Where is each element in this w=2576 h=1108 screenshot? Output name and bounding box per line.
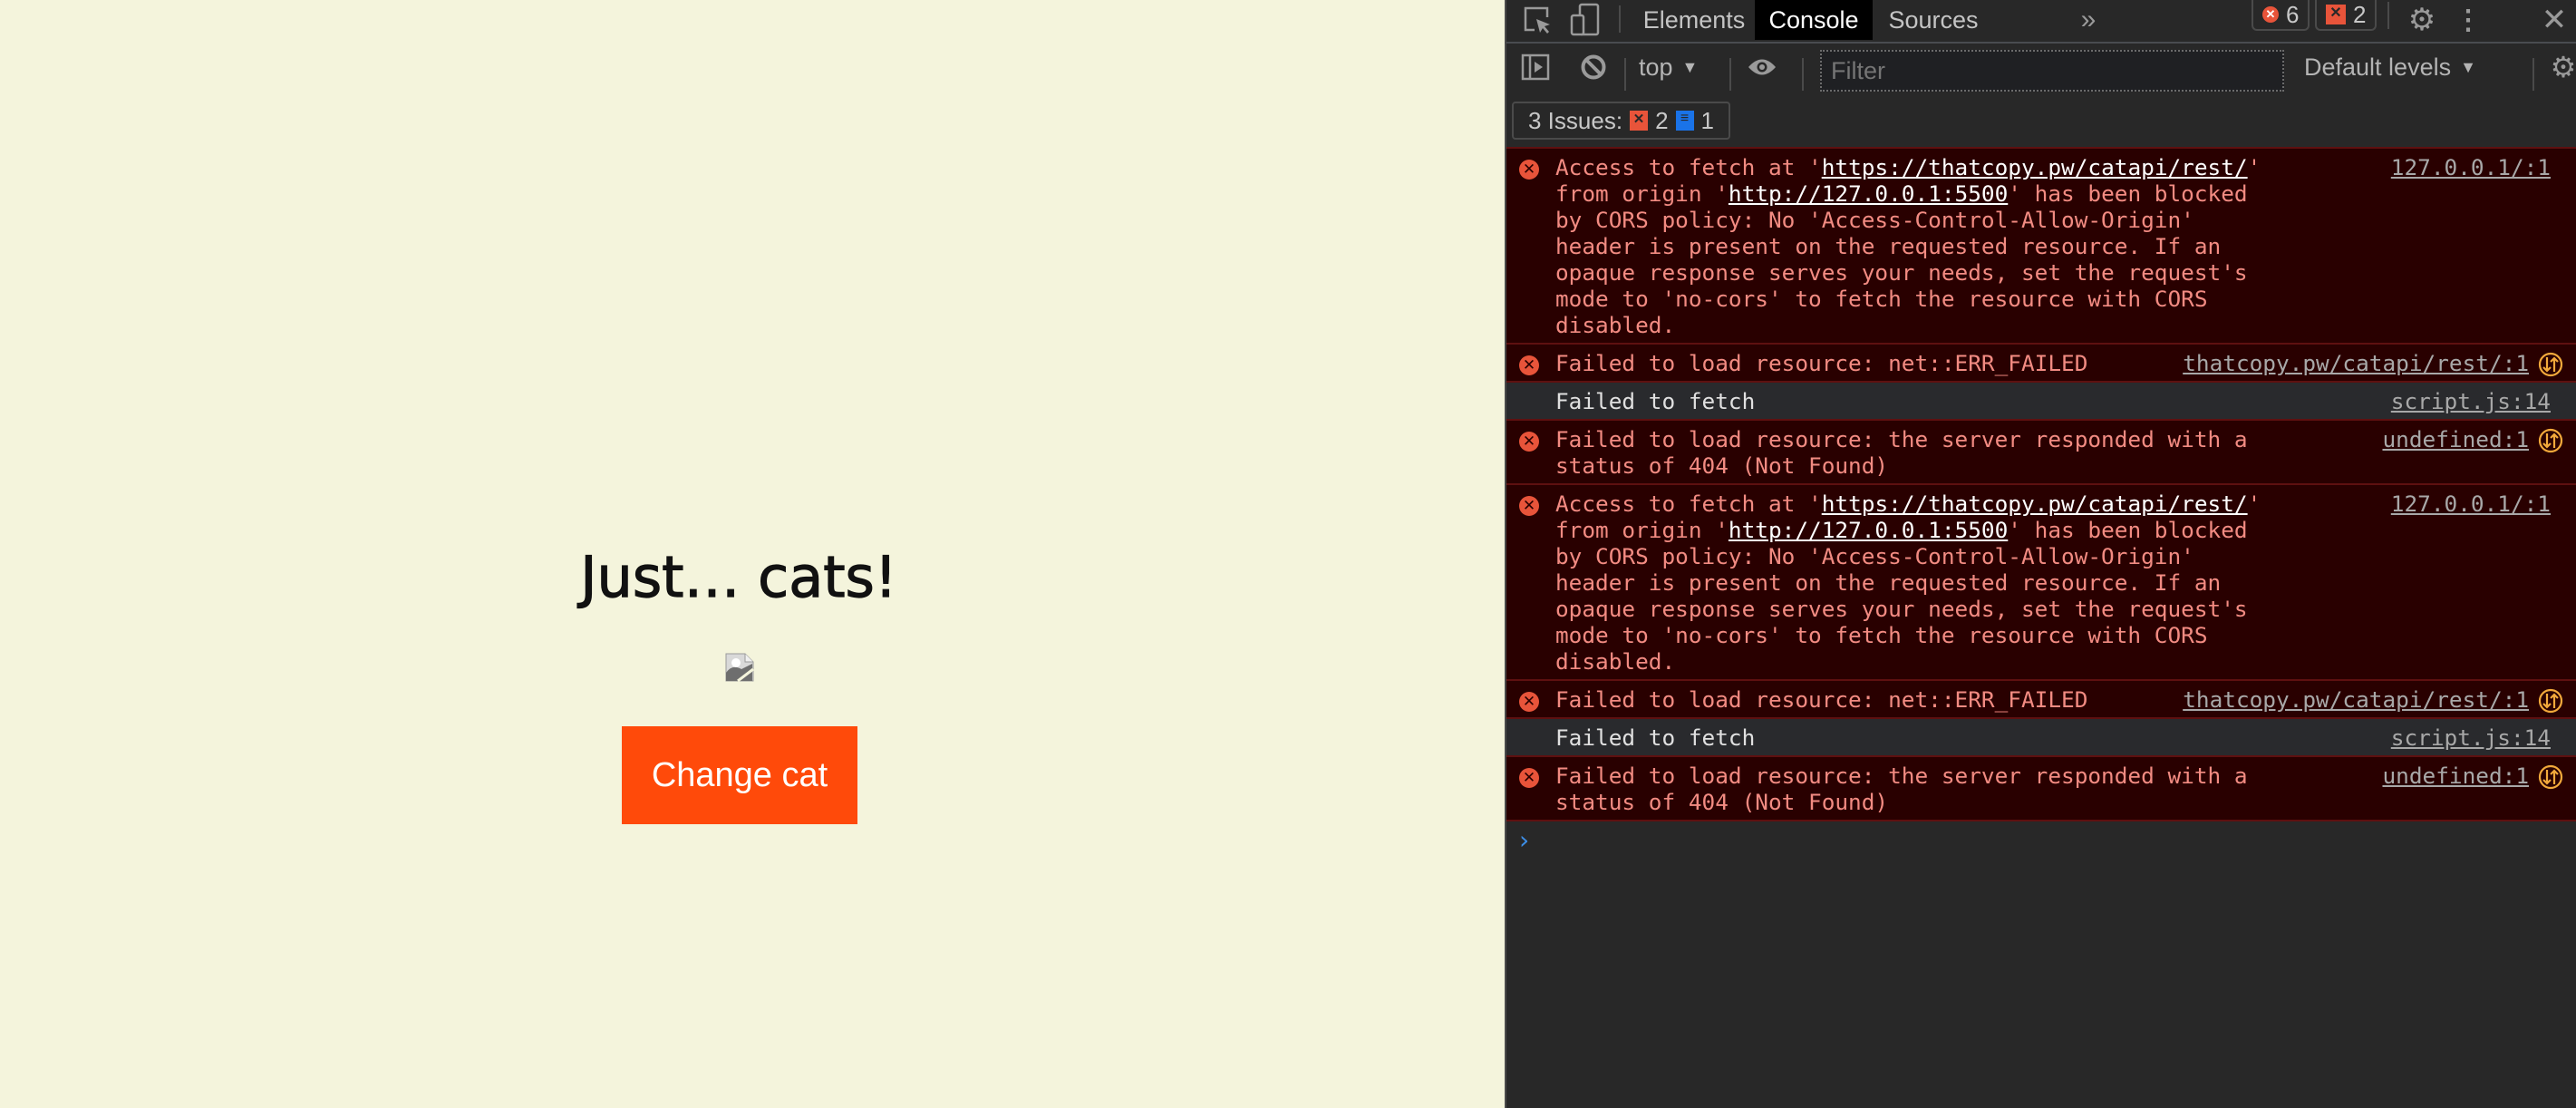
message-link[interactable]: https://thatcopy.pw/catapi/rest/ (1822, 154, 2248, 180)
console-error-message: ✕ Access to fetch at 'https://thatcopy.pw… (1506, 147, 2576, 343)
more-tabs-chevron-icon[interactable]: » (2070, 0, 2106, 40)
message-text-part: Failed to fetch (1555, 724, 1756, 751)
page-viewport: Just… cats! Change cat (0, 0, 1505, 1108)
tab-console[interactable]: Console (1755, 0, 1873, 40)
message-text: Failed to load resource: the server resp… (1555, 763, 2262, 815)
divider (2387, 2, 2389, 29)
tab-elements[interactable]: Elements (1633, 0, 1755, 40)
issues-label: 3 Issues: (1528, 106, 1623, 134)
source-link[interactable]: 127.0.0.1/:1 (2391, 491, 2551, 517)
console-log-message: Failed to fetch script.js:14 (1506, 381, 2576, 419)
source-link[interactable]: thatcopy.pw/catapi/rest/:1 (2183, 686, 2529, 713)
log-levels-dropdown[interactable]: Default levels ▼ (2304, 47, 2476, 87)
network-request-icon[interactable] (2538, 352, 2563, 377)
message-text-part: Failed to load resource: the server resp… (1555, 763, 2261, 815)
more-options-kebab-icon[interactable]: ⋮ (2455, 0, 2482, 40)
message-link[interactable]: https://thatcopy.pw/catapi/rest/ (1822, 491, 2248, 517)
message-text-part: Failed to load resource: net::ERR_FAILED (1555, 350, 2088, 376)
broken-image-icon (725, 653, 754, 682)
message-text: Failed to load resource: net::ERR_FAILED (1555, 350, 2262, 376)
error-icon: ✕ (1519, 355, 1539, 375)
error-icon: ✕ (1519, 432, 1539, 452)
tab-sources[interactable]: Sources (1873, 0, 1994, 40)
error-issue-count: 2 (1655, 106, 1669, 134)
console-error-message: ✕ Failed to load resource: net::ERR_FAILE… (1506, 343, 2576, 381)
message-text-part: Access to fetch at ' (1555, 491, 1822, 517)
issues-button[interactable]: 3 Issues: ✕ 2 ≡ 1 (1512, 102, 1730, 140)
source-link[interactable]: undefined:1 (2382, 763, 2529, 789)
page-heading: Just… cats! (580, 543, 898, 610)
console-error-message: ✕ Failed to load resource: net::ERR_FAILE… (1506, 679, 2576, 717)
divider (1802, 58, 1804, 91)
error-issue-icon: ✕ (1630, 111, 1649, 131)
error-icon: ✕ (1519, 768, 1539, 788)
log-levels-value: Default levels (2304, 53, 2452, 81)
console-error-message: ✕ Failed to load resource: the server res… (1506, 419, 2576, 483)
clear-console-icon[interactable] (1577, 47, 1610, 87)
message-text: Failed to fetch (1555, 724, 2262, 751)
message-text-part: Failed to load resource: net::ERR_FAILED (1555, 686, 2088, 713)
source-link[interactable]: thatcopy.pw/catapi/rest/:1 (2183, 350, 2529, 376)
dropdown-arrow-icon: ▼ (2460, 57, 2476, 76)
issues-counter[interactable]: ✕ 2 (2315, 0, 2377, 31)
console-error-message: ✕ Failed to load resource: the server res… (1506, 755, 2576, 820)
console-filter-input[interactable] (1820, 50, 2284, 92)
context-selector[interactable]: top ▼ (1639, 47, 1698, 87)
divider (2532, 58, 2534, 91)
console-messages: ✕ Access to fetch at 'https://thatcopy.pw… (1506, 147, 2576, 861)
source-link[interactable]: 127.0.0.1/:1 (2391, 154, 2551, 180)
message-text: Failed to fetch (1555, 388, 2262, 414)
console-prompt-icon: › (1519, 825, 1530, 855)
console-input-row[interactable]: › (1506, 820, 2576, 861)
error-icon: ✕ (1519, 692, 1539, 712)
message-text-part: Failed to load resource: the server resp… (1555, 426, 2261, 479)
divider (1624, 58, 1626, 91)
info-issue-count: 1 (1700, 106, 1714, 134)
issue-count: 2 (2353, 0, 2367, 28)
message-text-part: Failed to fetch (1555, 388, 1756, 414)
change-cat-button[interactable]: Change cat (622, 726, 857, 824)
source-link[interactable]: script.js:14 (2391, 724, 2551, 751)
source-link[interactable]: script.js:14 (2391, 388, 2551, 414)
sidebar-toggle-icon[interactable] (1519, 47, 1552, 87)
message-text: Access to fetch at 'https://thatcopy.pw/… (1555, 491, 2262, 675)
dropdown-arrow-icon: ▼ (1681, 57, 1699, 76)
close-devtools-icon[interactable]: ✕ (2536, 0, 2572, 40)
inspect-element-icon[interactable] (1519, 0, 1555, 40)
devtools-panel: Elements Console Sources » ✕ 6 ✕ 2 ⚙ ⋮ ✕… (1505, 0, 2576, 1108)
info-issue-icon: ≡ (1675, 111, 1694, 131)
devtools-tabbar: Elements Console Sources » ✕ 6 ✕ 2 ⚙ ⋮ ✕ (1506, 0, 2576, 44)
error-circle-icon: ✕ (2262, 6, 2279, 23)
device-toolbar-icon[interactable] (1566, 0, 1603, 40)
context-value: top (1639, 53, 1673, 81)
settings-gear-icon[interactable]: ⚙ (2404, 0, 2440, 40)
network-request-icon[interactable] (2538, 428, 2563, 453)
message-link[interactable]: http://127.0.0.1:5500 (1729, 517, 2008, 543)
source-link[interactable]: undefined:1 (2382, 426, 2529, 452)
message-text-part: Access to fetch at ' (1555, 154, 1822, 180)
issues-bar: 3 Issues: ✕ 2 ≡ 1 (1506, 96, 2576, 147)
live-expression-eye-icon[interactable] (1744, 47, 1780, 87)
message-link[interactable]: http://127.0.0.1:5500 (1729, 180, 2008, 207)
message-text: Failed to load resource: net::ERR_FAILED (1555, 686, 2262, 713)
error-icon: ✕ (1519, 160, 1539, 180)
console-settings-gear-icon[interactable]: ⚙ (2547, 47, 2576, 87)
error-count: 6 (2286, 0, 2300, 28)
error-icon: ✕ (1519, 496, 1539, 516)
console-log-message: Failed to fetch script.js:14 (1506, 717, 2576, 755)
message-text: Failed to load resource: the server resp… (1555, 426, 2262, 479)
divider (1619, 5, 1621, 33)
network-request-icon[interactable] (2538, 688, 2563, 714)
console-error-message: ✕ Access to fetch at 'https://thatcopy.pw… (1506, 483, 2576, 679)
issue-flag-icon: ✕ (2326, 5, 2346, 24)
error-counter[interactable]: ✕ 6 (2252, 0, 2310, 31)
message-text: Access to fetch at 'https://thatcopy.pw/… (1555, 154, 2262, 338)
network-request-icon[interactable] (2538, 764, 2563, 790)
divider (1729, 58, 1731, 91)
